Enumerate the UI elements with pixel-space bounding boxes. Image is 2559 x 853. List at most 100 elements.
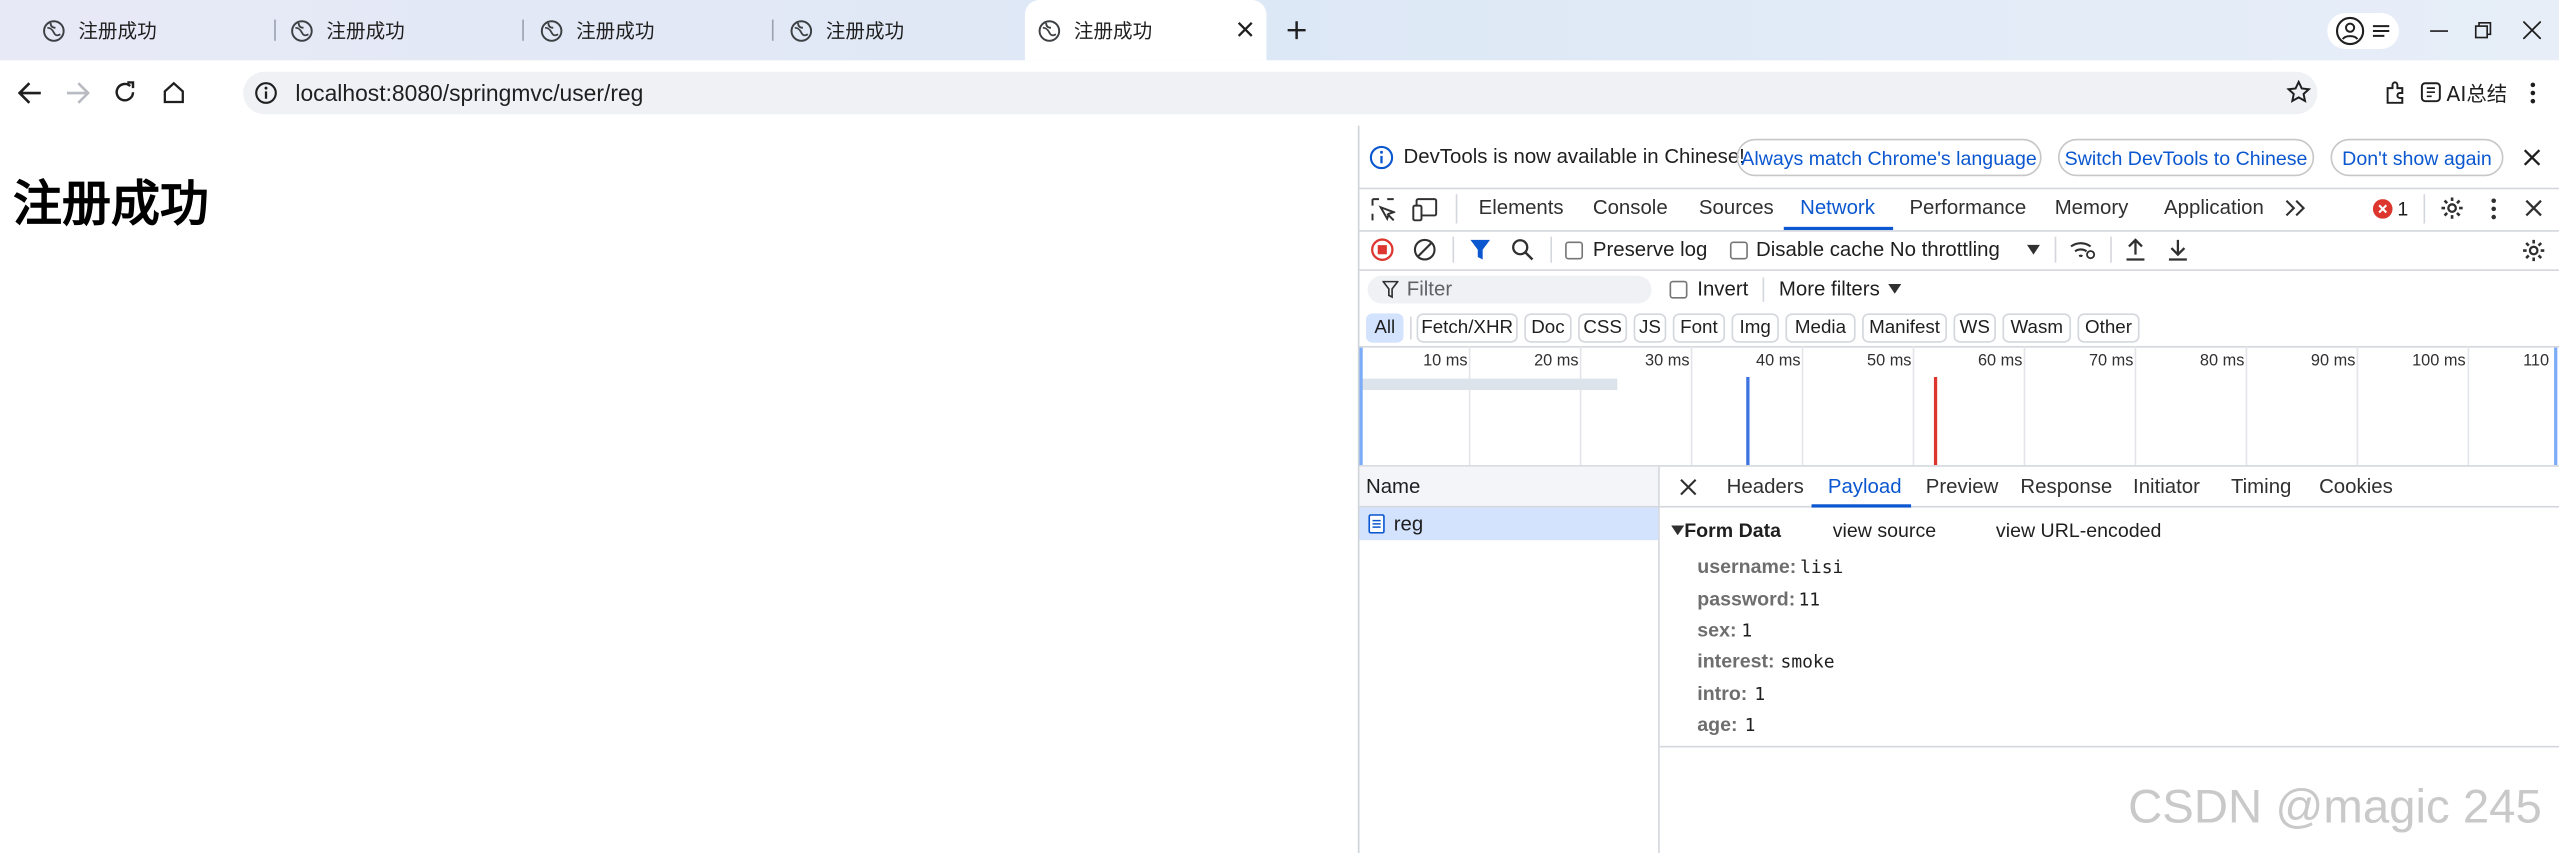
dont-show-again-button[interactable]: Don't show again bbox=[2330, 138, 2504, 177]
home-icon[interactable] bbox=[162, 80, 186, 104]
tab-strip: 注册成功 注册成功 注册成功 注册成功 注册成功 bbox=[0, 0, 2559, 61]
close-panel-icon[interactable] bbox=[1679, 478, 1697, 496]
divider bbox=[2054, 236, 2057, 263]
network-settings-icon[interactable] bbox=[2521, 238, 2545, 262]
tab-elements[interactable]: Elements bbox=[1479, 196, 1564, 219]
export-har-icon[interactable] bbox=[2167, 238, 2188, 261]
record-stop-icon[interactable] bbox=[1371, 238, 1394, 261]
forward-icon[interactable] bbox=[65, 82, 90, 105]
view-url-encoded-link[interactable]: view URL-encoded bbox=[1996, 519, 2161, 542]
form-data-title[interactable]: Form Data bbox=[1684, 519, 1781, 542]
type-filter-fetch-xhr[interactable]: Fetch/XHR bbox=[1416, 313, 1518, 343]
restore-icon[interactable] bbox=[2474, 21, 2492, 39]
active-panel-tab-indicator bbox=[1811, 504, 1912, 508]
more-filters-dropdown[interactable]: More filters bbox=[1779, 277, 1880, 300]
close-devtools-icon[interactable] bbox=[2525, 199, 2543, 217]
timeline-tick: 90 ms bbox=[2310, 352, 2356, 371]
tab-console[interactable]: Console bbox=[1593, 196, 1668, 219]
search-icon[interactable] bbox=[1511, 238, 1534, 261]
window-close-icon[interactable] bbox=[2523, 21, 2542, 40]
more-menu-icon[interactable] bbox=[2530, 82, 2537, 105]
devtools-menu-icon[interactable] bbox=[2490, 197, 2497, 220]
tab-divider bbox=[522, 19, 524, 41]
more-tabs-icon[interactable] bbox=[2285, 199, 2306, 217]
timeline-tick: 10 ms bbox=[1423, 352, 1468, 371]
browser-tab[interactable]: 注册成功 bbox=[540, 0, 654, 60]
collapse-triangle-icon[interactable] bbox=[1671, 525, 1685, 536]
clear-icon[interactable] bbox=[1413, 238, 1436, 261]
url-text[interactable]: localhost:8080/springmvc/user/reg bbox=[295, 78, 643, 107]
close-infobar-icon[interactable] bbox=[2523, 149, 2541, 167]
divider bbox=[1659, 745, 2559, 748]
new-tab-icon[interactable] bbox=[1286, 20, 1307, 41]
inspect-element-icon[interactable] bbox=[1371, 197, 1396, 222]
tab-initiator[interactable]: Initiator bbox=[2133, 475, 2200, 498]
type-filter-media[interactable]: Media bbox=[1785, 313, 1856, 343]
browser-tab-active[interactable]: 注册成功 bbox=[1024, 0, 1267, 61]
type-filter-ws[interactable]: WS bbox=[1953, 313, 1996, 343]
site-info-icon[interactable] bbox=[255, 82, 278, 105]
browser-tab[interactable]: 注册成功 bbox=[790, 0, 904, 60]
timeline-handle-left[interactable] bbox=[1359, 347, 1364, 466]
form-field-key: age: bbox=[1697, 713, 1738, 737]
type-filter-css[interactable]: CSS bbox=[1578, 313, 1628, 343]
tab-title: 注册成功 bbox=[1073, 19, 1153, 43]
import-har-icon[interactable] bbox=[2125, 238, 2146, 261]
info-icon bbox=[1369, 145, 1394, 170]
timeline-gridline bbox=[1801, 345, 1804, 466]
extensions-icon[interactable] bbox=[2384, 80, 2408, 104]
tab-response[interactable]: Response bbox=[2020, 475, 2112, 498]
close-icon[interactable] bbox=[1237, 21, 1253, 37]
preserve-log-checkbox[interactable] bbox=[1565, 241, 1584, 260]
tab-application[interactable]: Application bbox=[2164, 196, 2264, 219]
match-language-button[interactable]: Always match Chrome's language bbox=[1736, 138, 2042, 177]
type-filter-other[interactable]: Other bbox=[2077, 313, 2140, 343]
name-column-header[interactable]: Name bbox=[1366, 475, 1420, 498]
type-filter-all[interactable]: All bbox=[1365, 313, 1404, 343]
chevron-down-icon[interactable] bbox=[1888, 283, 1902, 294]
invert-checkbox[interactable] bbox=[1669, 280, 1688, 299]
timeline-handle-right[interactable] bbox=[2552, 347, 2558, 466]
settings-gear-icon[interactable] bbox=[2440, 196, 2464, 220]
tab-payload[interactable]: Payload bbox=[1828, 475, 1902, 498]
type-filter-img[interactable]: Img bbox=[1731, 313, 1779, 343]
reload-icon[interactable] bbox=[113, 80, 137, 104]
tab-sources[interactable]: Sources bbox=[1699, 196, 1774, 219]
throttling-select[interactable]: No throttling bbox=[1890, 238, 2000, 261]
disable-cache-checkbox[interactable] bbox=[1729, 241, 1748, 260]
timeline-gridline bbox=[2134, 345, 2137, 466]
divider bbox=[1550, 236, 1553, 263]
tab-preview[interactable]: Preview bbox=[1926, 475, 1999, 498]
minimize-icon[interactable] bbox=[2430, 23, 2448, 39]
divider bbox=[1452, 236, 1455, 263]
browser-tab[interactable]: 注册成功 bbox=[290, 0, 405, 60]
request-name[interactable]: reg bbox=[1394, 512, 1424, 535]
form-field-key: password: bbox=[1697, 587, 1796, 611]
type-filter-wasm[interactable]: Wasm bbox=[2002, 313, 2072, 343]
type-filter-js[interactable]: JS bbox=[1633, 313, 1667, 343]
network-conditions-icon[interactable] bbox=[2069, 238, 2096, 261]
type-filter-manifest[interactable]: Manifest bbox=[1862, 313, 1947, 343]
tab-timing[interactable]: Timing bbox=[2231, 475, 2291, 498]
profile-button[interactable] bbox=[2327, 13, 2400, 49]
dom-content-loaded-marker bbox=[1746, 376, 1750, 466]
tab-headers[interactable]: Headers bbox=[1727, 475, 1804, 498]
tab-performance[interactable]: Performance bbox=[1909, 196, 2026, 219]
error-count[interactable]: 1 bbox=[2397, 197, 2408, 220]
load-event-marker bbox=[1933, 376, 1938, 466]
filter-funnel-icon[interactable] bbox=[1469, 238, 1492, 261]
type-filter-font[interactable]: Font bbox=[1672, 313, 1726, 343]
ai-summary-button[interactable]: AI总结 bbox=[2420, 75, 2507, 109]
switch-language-button[interactable]: Switch DevTools to Chinese bbox=[2057, 138, 2315, 177]
chevron-down-icon[interactable] bbox=[2026, 244, 2040, 255]
bookmark-star-icon[interactable] bbox=[2286, 79, 2311, 104]
back-icon[interactable] bbox=[17, 82, 42, 105]
tab-cookies[interactable]: Cookies bbox=[2319, 475, 2393, 498]
device-toolbar-icon[interactable] bbox=[1412, 197, 1438, 222]
tab-memory[interactable]: Memory bbox=[2055, 196, 2129, 219]
view-source-link[interactable]: view source bbox=[1833, 519, 1936, 542]
type-filter-doc[interactable]: Doc bbox=[1524, 313, 1572, 343]
browser-tab[interactable]: 注册成功 bbox=[42, 0, 157, 60]
error-icon[interactable] bbox=[2372, 199, 2393, 219]
tab-network[interactable]: Network bbox=[1800, 196, 1875, 219]
